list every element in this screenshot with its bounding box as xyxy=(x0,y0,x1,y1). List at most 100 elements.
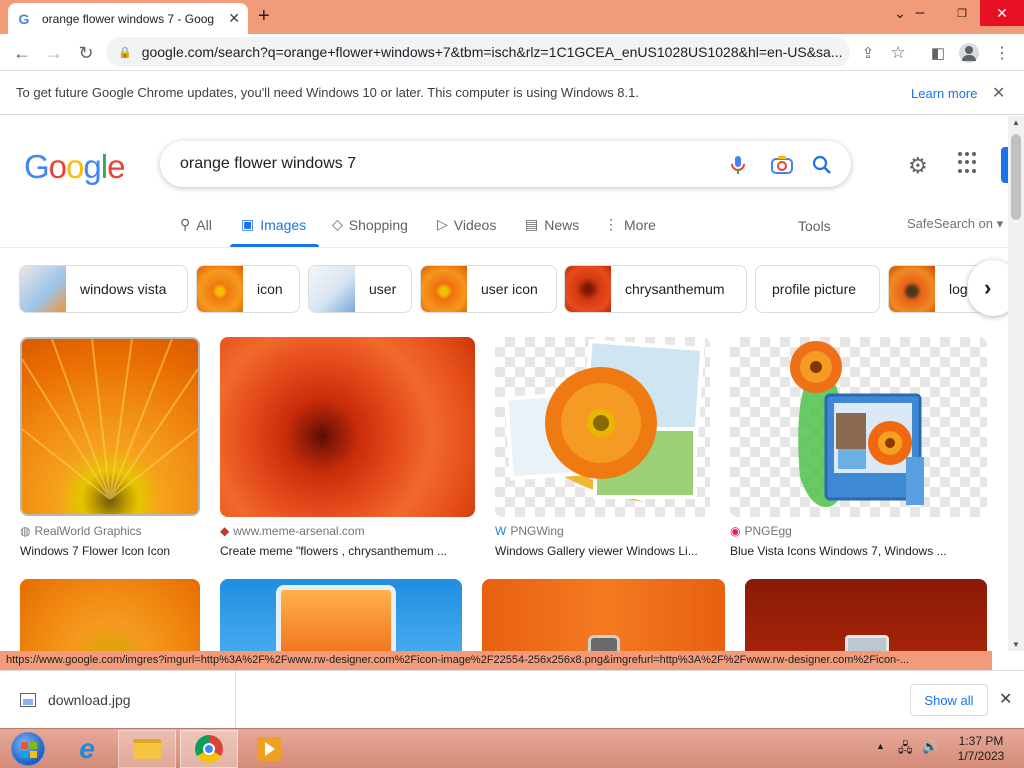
minimize-button[interactable]: – xyxy=(900,0,940,26)
tab-label: Images xyxy=(260,216,307,233)
start-button[interactable] xyxy=(0,730,56,768)
result-image[interactable] xyxy=(20,337,200,516)
volume-icon[interactable]: 🔊 xyxy=(922,739,938,755)
download-item[interactable]: download.jpg xyxy=(0,671,236,728)
download-filename: download.jpg xyxy=(48,691,131,708)
result-title[interactable]: Blue Vista Icons Windows 7, Windows ... xyxy=(730,544,947,558)
close-tab-icon[interactable]: ✕ xyxy=(228,10,240,27)
chip-icon[interactable]: icon xyxy=(196,265,300,313)
search-input[interactable]: orange flower windows 7 xyxy=(160,141,851,187)
internet-explorer-icon[interactable]: e xyxy=(58,730,116,768)
result-image[interactable] xyxy=(482,579,725,651)
site-favicon-icon: ◉ xyxy=(730,524,741,538)
logo-letter: g xyxy=(83,148,101,185)
result-image[interactable] xyxy=(220,579,462,651)
show-hidden-icons-icon[interactable]: ▲ xyxy=(876,741,885,751)
file-explorer-icon[interactable] xyxy=(118,730,176,768)
search-icon: ⚲ xyxy=(180,216,191,232)
reload-button[interactable]: ↻ xyxy=(74,41,98,65)
side-panel-icon[interactable]: ◧ xyxy=(926,41,950,65)
result-image[interactable] xyxy=(730,337,987,517)
result-source[interactable]: ◆ www.meme-arsenal.com xyxy=(220,524,365,538)
network-icon[interactable]: 🖧 xyxy=(898,739,913,761)
tab-label: All xyxy=(196,216,212,233)
tools-button[interactable]: Tools xyxy=(798,218,831,234)
chips-next-button[interactable]: › xyxy=(968,260,1008,316)
result-source[interactable]: ◉ PNGEgg xyxy=(730,524,792,538)
result-title[interactable]: Windows 7 Flower Icon Icon xyxy=(20,544,170,558)
forward-button[interactable]: → xyxy=(42,41,66,65)
system-clock[interactable]: 1:37 PM 1/7/2023 xyxy=(950,734,1012,764)
close-window-button[interactable]: ✕ xyxy=(980,0,1024,26)
chip-label: user xyxy=(369,281,397,297)
chip-thumbnail xyxy=(565,266,611,312)
show-all-button[interactable]: Show all xyxy=(910,684,988,716)
scroll-down-arrow-icon[interactable]: ▼ xyxy=(1012,640,1020,649)
tab-more[interactable]: ⋮ More xyxy=(604,216,656,233)
search-results-page: Google orange flower windows 7 ⚙ ⚲ All ▣ I… xyxy=(0,116,1008,651)
restore-button[interactable]: ❐ xyxy=(942,0,982,26)
page-scrollbar[interactable]: ▲ ▼ xyxy=(1008,116,1024,651)
result-title[interactable]: Create meme "flowers , chrysanthemum ... xyxy=(220,544,447,558)
tab-all[interactable]: ⚲ All xyxy=(180,216,212,233)
image-icon: ▣ xyxy=(241,216,255,232)
more-vert-icon: ⋮ xyxy=(604,216,618,232)
chip-label: user icon xyxy=(481,281,538,297)
media-player-icon[interactable] xyxy=(240,730,298,768)
result-source[interactable]: W PNGWing xyxy=(495,524,564,538)
source-name: PNGWing xyxy=(510,524,564,538)
chrome-icon[interactable] xyxy=(180,730,238,768)
infobar-close-icon[interactable]: ✕ xyxy=(992,83,1005,103)
clock-date: 1/7/2023 xyxy=(957,749,1005,763)
settings-gear-icon[interactable]: ⚙ xyxy=(908,153,928,179)
chip-user[interactable]: user xyxy=(308,265,412,313)
safesearch-toggle[interactable]: SafeSearch on ▾ xyxy=(907,216,1003,232)
safesearch-label: SafeSearch on xyxy=(907,216,994,231)
chrome-menu-icon[interactable]: ⋮ xyxy=(990,41,1014,65)
source-name: PNGEgg xyxy=(744,524,792,538)
chip-user-icon[interactable]: user icon xyxy=(420,265,557,313)
bookmark-star-icon[interactable]: ☆ xyxy=(886,41,910,65)
close-downloads-icon[interactable]: ✕ xyxy=(999,689,1012,709)
tab-shopping[interactable]: ◇ Shopping xyxy=(332,216,408,233)
windows-taskbar: e ▲ 🖧 🔊 1:37 PM 1/7/2023 xyxy=(0,728,1024,768)
result-source[interactable]: ◍ RealWorld Graphics xyxy=(20,524,142,538)
learn-more-link[interactable]: Learn more xyxy=(911,86,977,101)
search-query[interactable]: orange flower windows 7 xyxy=(180,155,356,173)
title-bar: G orange flower windows 7 - Goog ✕ + ⌄ –… xyxy=(0,0,1024,34)
sign-in-button[interactable] xyxy=(1001,147,1008,183)
result-title[interactable]: Windows Gallery viewer Windows Li... xyxy=(495,544,698,558)
result-image[interactable] xyxy=(495,337,710,517)
active-tab-indicator xyxy=(230,244,319,247)
profile-avatar[interactable] xyxy=(957,41,981,65)
search-tabs: ⚲ All ▣ Images ◇ Shopping ▷ Videos ▤ News ⋮ Mo… xyxy=(0,204,1008,248)
scrollbar-thumb[interactable] xyxy=(1011,134,1021,220)
tab-images[interactable]: ▣ Images xyxy=(241,216,306,233)
chip-windows-vista[interactable]: windows vista xyxy=(19,265,188,313)
chip-thumbnail xyxy=(309,266,355,312)
tab-news[interactable]: ▤ News xyxy=(525,216,579,233)
play-icon: ▷ xyxy=(437,216,448,232)
scroll-up-arrow-icon[interactable]: ▲ xyxy=(1012,118,1020,127)
chip-chrysanthemum[interactable]: chrysanthemum xyxy=(564,265,747,313)
camera-search-icon[interactable] xyxy=(770,155,794,180)
chip-profile-picture[interactable]: profile picture xyxy=(755,265,880,313)
tab-label: Shopping xyxy=(348,216,408,233)
result-image[interactable] xyxy=(745,579,987,651)
windows-logo-icon xyxy=(11,732,45,766)
lock-icon[interactable]: 🔒 xyxy=(118,46,132,59)
result-image[interactable] xyxy=(20,579,200,651)
tab-videos[interactable]: ▷ Videos xyxy=(437,216,496,233)
browser-tab[interactable]: G orange flower windows 7 - Goog ✕ xyxy=(8,3,248,34)
update-infobar: To get future Google Chrome updates, you… xyxy=(0,71,1024,115)
address-bar[interactable]: 🔒 google.com/search?q=orange+flower+wind… xyxy=(106,37,850,67)
share-icon[interactable]: ⇪ xyxy=(856,41,880,65)
microphone-icon[interactable] xyxy=(730,155,746,180)
google-apps-icon[interactable] xyxy=(958,152,980,174)
google-logo[interactable]: Google xyxy=(24,148,125,186)
result-image[interactable] xyxy=(220,337,475,517)
back-button[interactable]: ← xyxy=(10,41,34,65)
search-icon[interactable] xyxy=(812,155,832,180)
new-tab-button[interactable]: + xyxy=(258,5,270,28)
clock-time: 1:37 PM xyxy=(958,734,1004,748)
